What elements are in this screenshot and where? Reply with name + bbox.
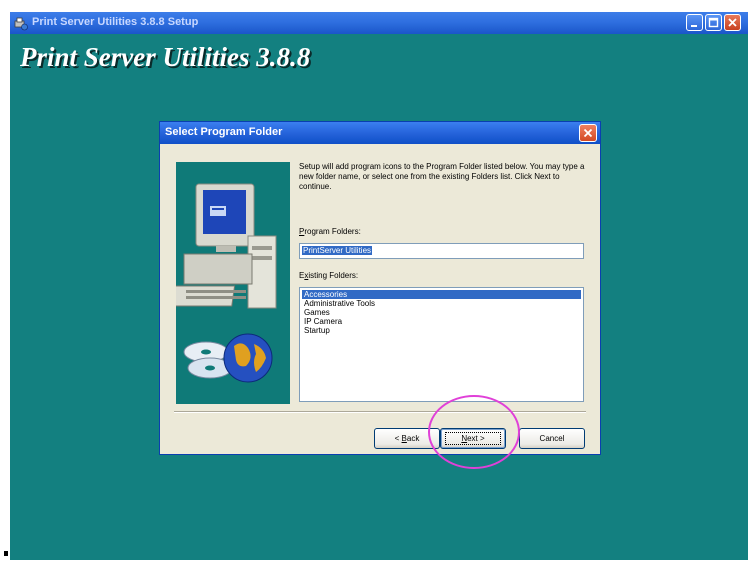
list-item[interactable]: Startup — [302, 326, 581, 335]
list-item[interactable]: IP Camera — [302, 317, 581, 326]
cancel-button[interactable]: Cancel — [519, 428, 585, 449]
computer-illustration-icon — [159, 162, 290, 404]
dialog-description: Setup will add program icons to the Prog… — [299, 162, 585, 191]
list-item[interactable]: Accessories — [302, 290, 581, 299]
close-button[interactable] — [724, 14, 741, 31]
back-button[interactable]: < Back — [374, 428, 440, 449]
program-folder-input[interactable]: PrintServer Utilities — [299, 243, 584, 259]
existing-folders-list[interactable]: Accessories Administrative Tools Games I… — [299, 287, 584, 402]
setup-window-titlebar[interactable]: Print Server Utilities 3.8.8 Setup — [10, 12, 748, 34]
dialog-close-button[interactable] — [579, 124, 597, 142]
list-item[interactable]: Games — [302, 308, 581, 317]
program-folders-label: Program Folders: — [299, 227, 361, 236]
program-folder-value: PrintServer Utilities — [302, 246, 373, 255]
dialog-titlebar[interactable]: Select Program Folder — [160, 122, 600, 144]
next-button[interactable]: Next > — [440, 428, 506, 449]
list-item[interactable]: Administrative Tools — [302, 299, 581, 308]
dialog-separator — [174, 411, 586, 413]
maximize-button[interactable] — [705, 14, 722, 31]
minimize-button[interactable] — [686, 14, 703, 31]
dialog-title: Select Program Folder — [165, 126, 283, 138]
select-program-folder-dialog: Select Program Folder Setup will add pro… — [159, 121, 601, 455]
setup-app-icon — [14, 16, 28, 31]
product-banner-title: Print Server Utilities 3.8.8 — [20, 42, 311, 72]
setup-window-title: Print Server Utilities 3.8.8 Setup — [32, 16, 199, 28]
bullet-mark — [4, 551, 8, 556]
existing-folders-label: Existing Folders: — [299, 271, 359, 280]
